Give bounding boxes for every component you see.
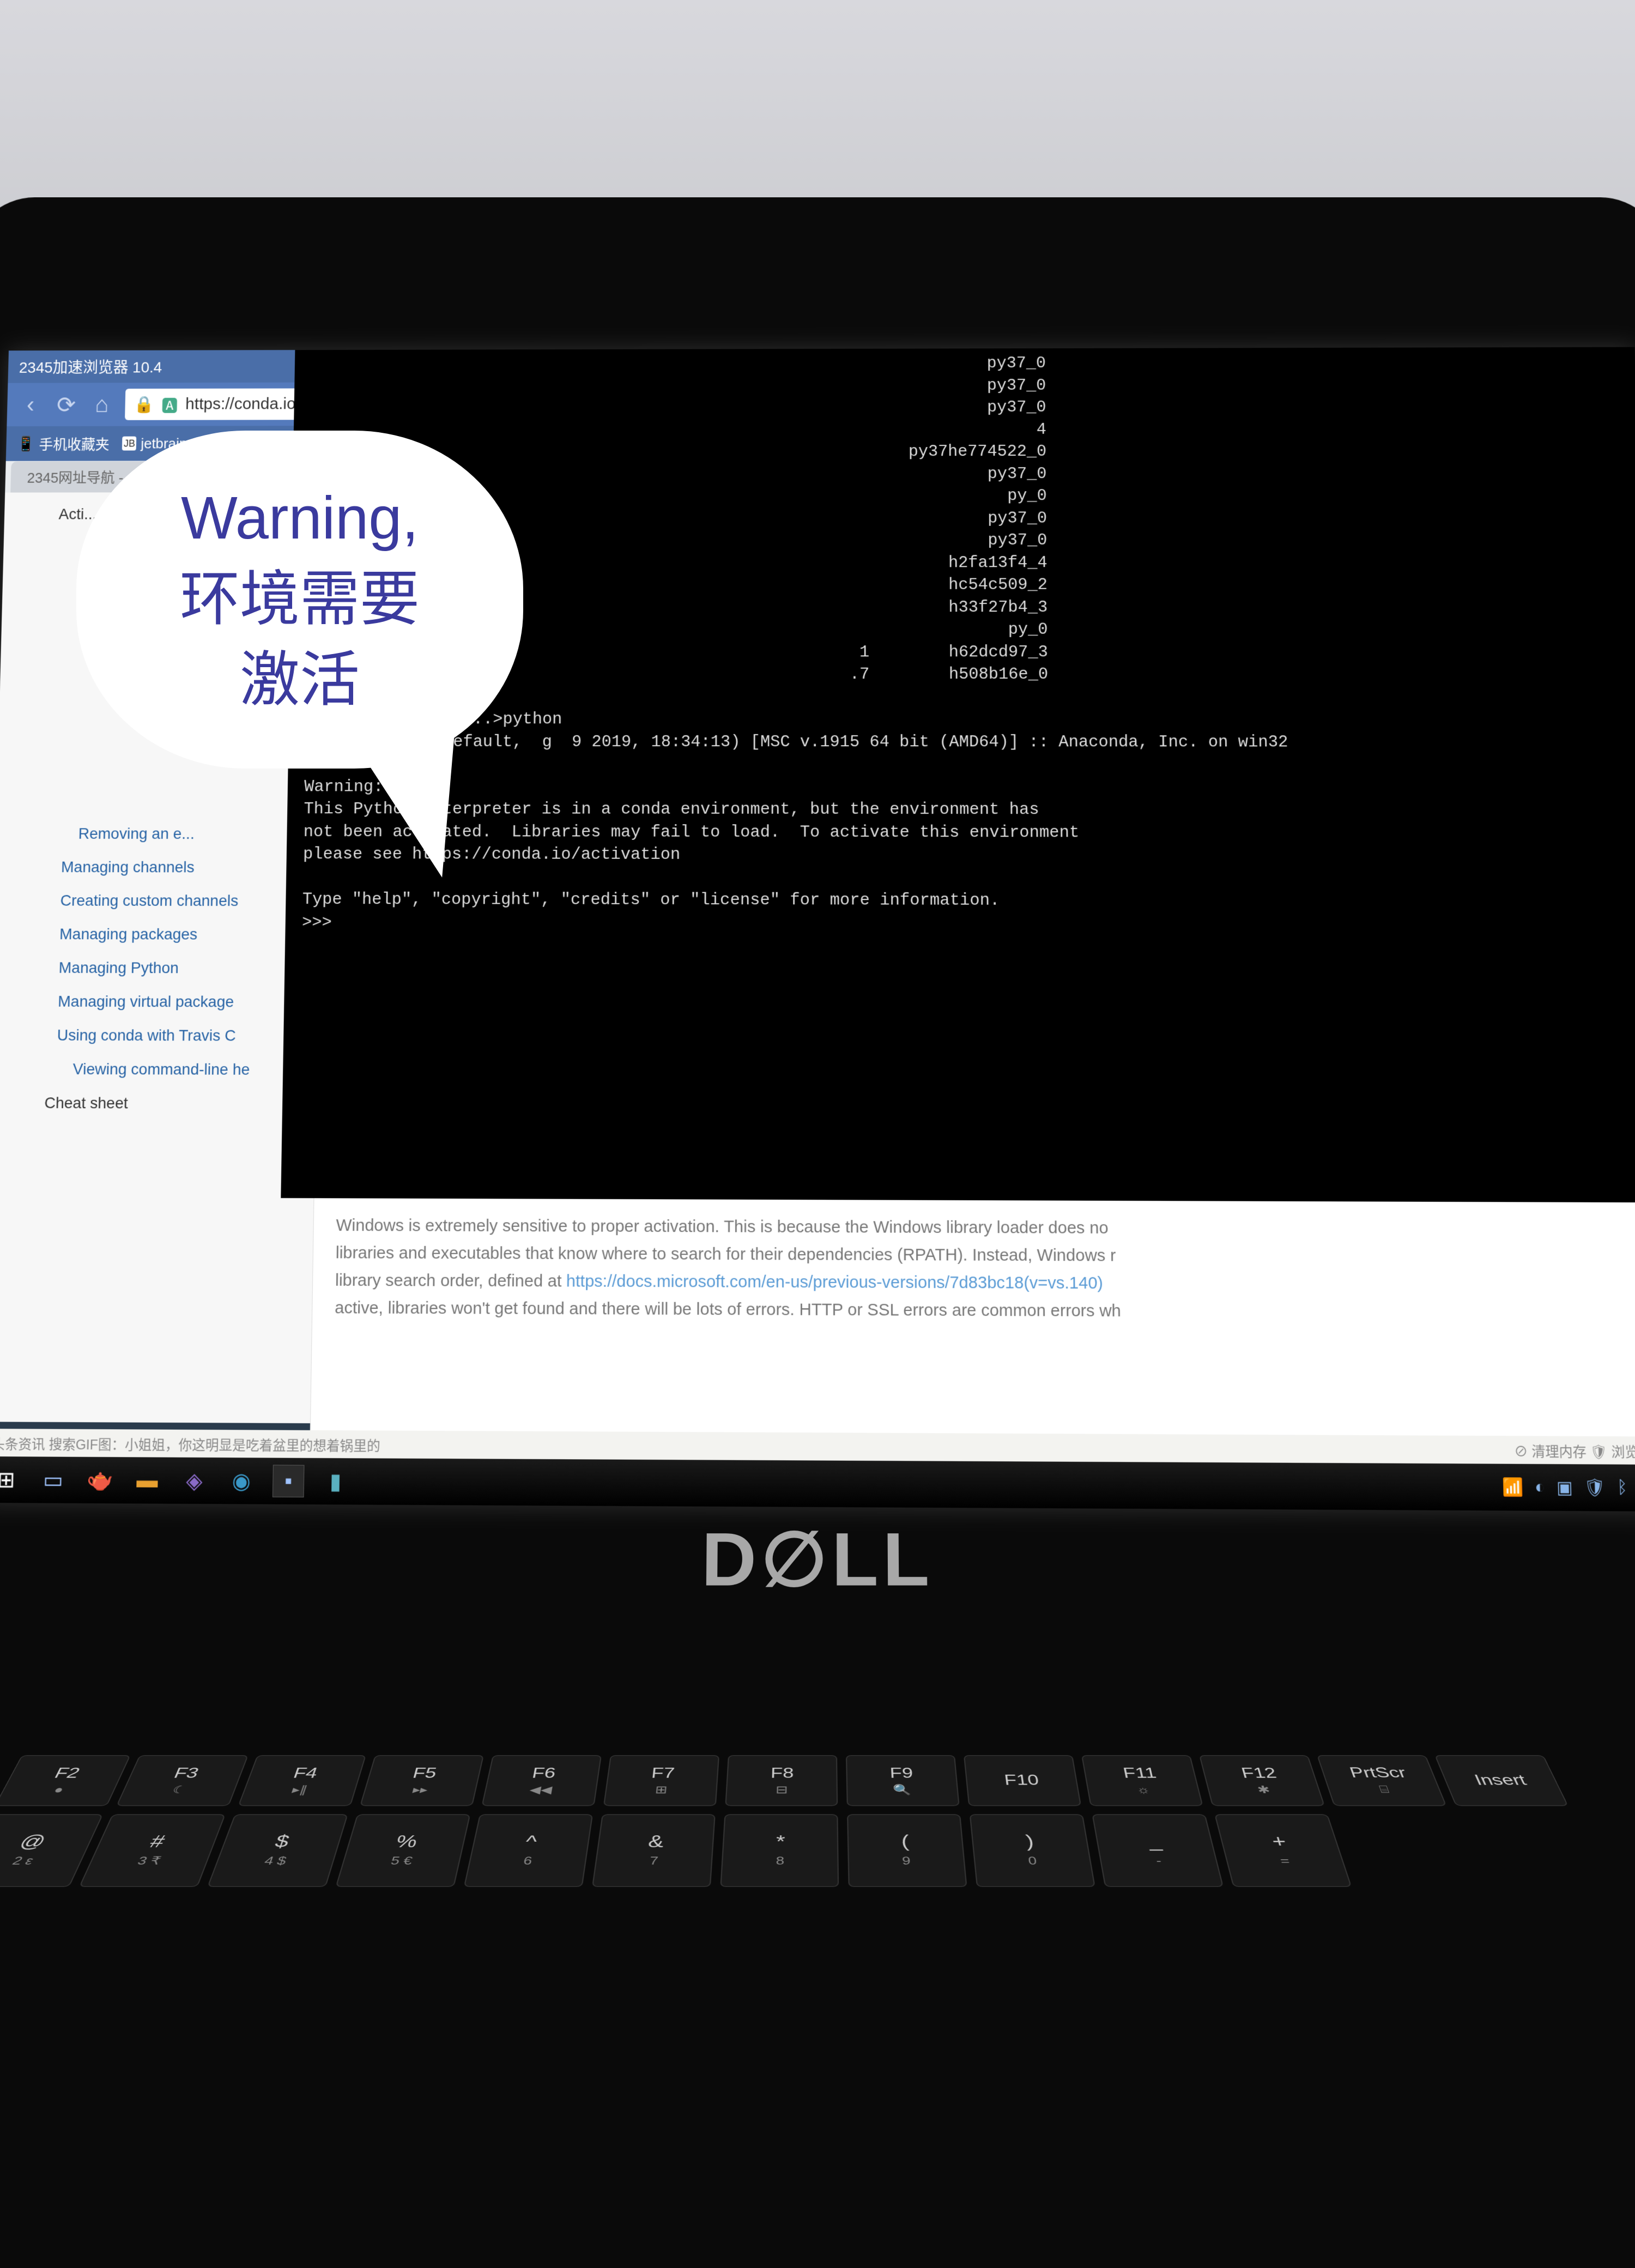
cmd-icon[interactable]: ▪ (272, 1465, 305, 1497)
key: F8⊟ (725, 1755, 838, 1806)
key: $4 $ (207, 1814, 348, 1887)
doc-link[interactable]: https://docs.microsoft.com/en-us/previou… (566, 1272, 1103, 1293)
browser-title: 2345加速浏览器 10.4 (19, 356, 162, 378)
edge-icon[interactable]: ◉ (225, 1465, 257, 1497)
sidebar-item[interactable]: Using conda with Travis C (0, 1018, 317, 1053)
windows-taskbar: ⊞ ▭ 🫖 ▬ ◈ ◉ ▪ ▮ 📶 ◐ ▣ 🛡 ᛒ ✦ (0, 1456, 1635, 1511)
shield-icon: 🅰 (161, 392, 178, 416)
key: PrtScr⌸ (1317, 1755, 1447, 1806)
key: += (1214, 1814, 1352, 1887)
key: Insert (1434, 1755, 1569, 1806)
tray-icon[interactable]: ◐ (1535, 1477, 1546, 1498)
taskview-icon[interactable]: ▭ (37, 1463, 69, 1496)
key: %5 € (335, 1814, 470, 1887)
bubble-line: 环境需要 (180, 559, 420, 640)
key: F5▸▸ (360, 1755, 484, 1806)
dell-logo: D∅LL (701, 1516, 934, 1604)
key: F10 (964, 1755, 1081, 1806)
bubble-tail (362, 724, 499, 890)
sidebar-item[interactable]: Viewing command-line he (0, 1052, 316, 1087)
key: F12✱ (1199, 1755, 1325, 1806)
key: F3☾ (116, 1755, 249, 1806)
key: (9 (847, 1814, 967, 1887)
bubble-body: Warning, 环境需要 激活 (76, 431, 523, 769)
key: F4▸∥ (238, 1755, 366, 1806)
sidebar-item[interactable]: Managing packages (0, 917, 318, 952)
key: F7⊞ (603, 1755, 719, 1806)
annotation-bubble: Warning, 环境需要 激活 (76, 431, 556, 878)
doc-paragraph: Windows is extremely sensitive to proper… (335, 1212, 1635, 1327)
sidebar-item[interactable]: Creating custom channels (0, 884, 319, 917)
wifi-icon[interactable]: 📶 (1502, 1477, 1524, 1498)
key: F6◀◀ (481, 1755, 602, 1806)
tray-icon[interactable]: ▣ (1557, 1477, 1573, 1498)
visual-studio-icon[interactable]: ◈ (178, 1465, 210, 1497)
status-left: 头条资讯 搜索GIF图：小姐姐，你这明显是吃着盆里的想着锅里的 (0, 1432, 380, 1455)
bluetooth-icon[interactable]: ᛒ (1617, 1478, 1628, 1498)
key: ^6 (464, 1814, 594, 1887)
sidebar-item[interactable]: Managing virtual package (0, 984, 317, 1019)
system-tray[interactable]: 📶 ◐ ▣ 🛡 ᛒ ✦ (1502, 1477, 1635, 1498)
key: )0 (970, 1814, 1095, 1887)
back-button[interactable]: ‹ (18, 392, 44, 417)
key: F9🔍 (846, 1755, 960, 1806)
bubble-line: 激活 (240, 640, 360, 721)
bubble-line: Warning, (181, 478, 419, 559)
start-button[interactable]: ⊞ (0, 1463, 22, 1496)
sidebar-item[interactable]: Managing Python (0, 951, 318, 985)
key: &7 (592, 1814, 716, 1887)
key: _- (1092, 1814, 1224, 1887)
keyboard: F2●F3☾F4▸∥F5▸▸F6◀◀F7⊞F8⊟F9🔍F10F11☼F12✱Pr… (0, 1755, 1635, 2113)
shield-tray-icon[interactable]: 🛡 (1584, 1478, 1606, 1498)
app-icon[interactable]: 🫖 (84, 1464, 116, 1497)
key: F11☼ (1081, 1755, 1203, 1806)
app-icon-2[interactable]: ▮ (319, 1465, 352, 1498)
home-button[interactable]: ⌂ (89, 392, 115, 417)
fn-row: F2●F3☾F4▸∥F5▸▸F6◀◀F7⊞F8⊟F9🔍F10F11☼F12✱Pr… (0, 1755, 1635, 1806)
sublime-icon[interactable]: ▬ (131, 1464, 164, 1497)
key: *8 (720, 1814, 839, 1887)
key: F2● (0, 1755, 131, 1806)
status-right: ⊘ 清理内存 🛡 浏览器 (1514, 1440, 1635, 1461)
number-row: @2 ε#3 ₹$4 $%5 €^6&7*8(9)0_-+= (0, 1814, 1635, 1887)
key: #3 ₹ (79, 1814, 226, 1887)
refresh-button[interactable]: ⟳ (53, 392, 79, 417)
sidebar-item[interactable]: Cheat sheet (0, 1086, 316, 1121)
lock-icon: 🔒 (134, 395, 154, 414)
